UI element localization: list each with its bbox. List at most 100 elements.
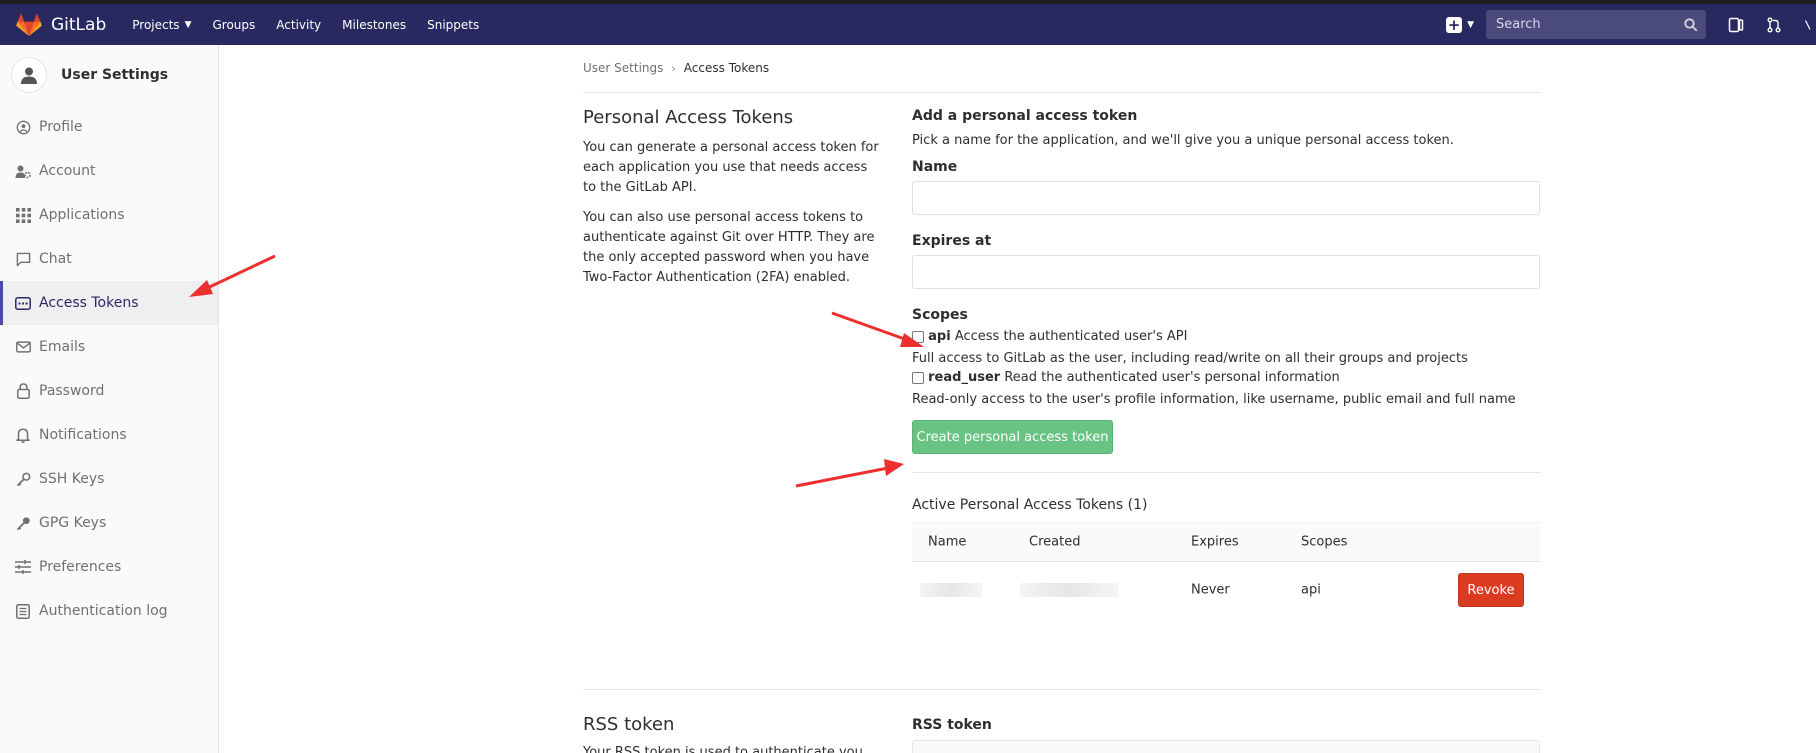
sidebar-item-label: Preferences [39,559,122,575]
settings-sidebar: User Settings Profile Account Applicatio… [0,45,219,753]
nav-groups[interactable]: Groups [212,18,255,32]
intro-paragraph-2: You can also use personal access tokens … [583,210,875,285]
sidebar-item-label: GPG Keys [39,515,107,531]
sidebar-item-access-tokens[interactable]: Access Tokens [0,281,218,325]
user-avatar [11,57,47,93]
sidebar-title: User Settings [61,67,169,83]
divider [912,472,1541,473]
search-placeholder: Search [1496,17,1541,32]
top-navbar: GitLab Projects ▼ Groups Activity Milesto… [0,4,1816,45]
plus-icon: + [1446,15,1463,34]
sidebar-item-emails[interactable]: Emails [0,325,218,369]
name-field[interactable] [912,181,1540,215]
user-icon [21,67,37,84]
sidebar-item-label: Account [39,163,96,179]
sidebar-item-label: Profile [39,119,83,135]
scope-summary: Read the authenticated user's personal i… [1004,370,1340,385]
chevron-down-icon: ▼ [184,19,192,30]
rss-token-field[interactable] [912,740,1540,753]
create-token-button[interactable]: Create personal access token [912,420,1113,454]
scopes-label: Scopes [912,307,968,323]
log-icon [15,603,31,619]
issues-icon[interactable] [1728,17,1744,33]
nav-links: Projects ▼ Groups Activity Milestones Sni… [132,4,500,45]
sidebar-item-label: Access Tokens [39,295,139,311]
sidebar-item-ssh-keys[interactable]: SSH Keys [0,457,218,501]
column-header: Name [928,534,967,550]
scope-name: read_user [928,370,1001,385]
nav-snippets[interactable]: Snippets [427,18,479,32]
active-tokens-heading: Active Personal Access Tokens (1) [912,497,1148,513]
sidebar-item-chat[interactable]: Chat [0,237,218,281]
nav-milestones[interactable]: Milestones [342,18,406,32]
sidebar-item-account[interactable]: Account [0,149,218,193]
revoke-button[interactable]: Revoke [1458,573,1524,607]
account-icon [15,163,31,179]
token-scopes: api [1301,582,1321,598]
name-label: Name [912,159,958,175]
intro-paragraph-1: You can generate a personal access token… [583,140,879,195]
sidebar-item-preferences[interactable]: Preferences [0,545,218,589]
todo-icon[interactable] [1804,17,1816,33]
rss-token-label: RSS token [912,717,992,733]
sidebar-item-profile[interactable]: Profile [0,105,218,149]
key-icon [15,515,31,531]
sidebar-item-label: Emails [39,339,86,355]
sidebar-item-label: Notifications [39,427,127,443]
column-header: Created [1029,534,1081,550]
sidebar-item-label: SSH Keys [39,471,105,487]
nav-activity[interactable]: Activity [276,18,321,32]
table-row: Never api Revoke [912,562,1540,618]
brand-name: GitLab [51,14,107,35]
nav-projects[interactable]: Projects ▼ [132,18,191,32]
sidebar-item-label: Chat [39,251,72,267]
sidebar-item-applications[interactable]: Applications [0,193,218,237]
redacted-created-date [1020,583,1118,597]
api-scope-checkbox[interactable] [912,330,924,343]
scope-detail: Read-only access to the user's profile i… [912,392,1516,407]
sidebar-item-authentication-log[interactable]: Authentication log [0,589,218,633]
breadcrumb: User Settings › Access Tokens [583,61,769,75]
gitlab-logo-icon [16,12,42,36]
expires-at-field[interactable] [912,255,1540,289]
divider [583,92,1541,93]
sidebar-item-notifications[interactable]: Notifications [0,413,218,457]
email-icon [15,339,31,355]
scope-detail: Full access to GitLab as the user, inclu… [912,351,1468,366]
new-dropdown-button[interactable]: + ▼ [1446,15,1474,34]
annotation-arrow [795,459,904,488]
rss-description: Your RSS token is used to authenticate y… [583,745,863,753]
form-heading: Add a personal access token [912,108,1138,124]
bell-icon [15,427,31,443]
applications-icon [15,207,31,223]
nav-projects-label: Projects [132,17,180,32]
read-user-scope-checkbox[interactable] [912,371,924,384]
search-input[interactable]: Search [1486,10,1706,39]
gitlab-home-link[interactable]: GitLab [16,4,106,45]
key-icon [15,471,31,487]
column-header: Scopes [1301,534,1348,550]
access-tokens-icon [15,295,31,311]
profile-icon [15,119,31,135]
scope-name: api [928,329,951,344]
sidebar-item-label: Password [39,383,105,399]
sidebar-item-password[interactable]: Password [0,369,218,413]
intro-column: Personal Access Tokens You can generate … [583,107,883,298]
merge-request-icon[interactable] [1766,17,1782,33]
page-title: Personal Access Tokens [583,107,794,128]
breadcrumb-current[interactable]: Access Tokens [684,61,769,75]
scope-read-user: read_user Read the authenticated user's … [912,370,1541,385]
chat-icon [15,251,31,267]
sidebar-item-gpg-keys[interactable]: GPG Keys [0,501,218,545]
breadcrumb-root[interactable]: User Settings [583,61,663,75]
sliders-icon [15,559,31,575]
divider [583,689,1541,690]
form-description: Pick a name for the application, and we'… [912,133,1454,148]
nav-right: + ▼ Search [1446,4,1816,45]
sidebar-item-label: Authentication log [39,603,168,619]
lock-icon [15,383,31,399]
redacted-token-name [920,583,982,597]
sidebar-header[interactable]: User Settings [0,45,218,105]
expires-label: Expires at [912,233,992,249]
tokens-table-header: Name Created Expires Scopes [912,522,1540,562]
